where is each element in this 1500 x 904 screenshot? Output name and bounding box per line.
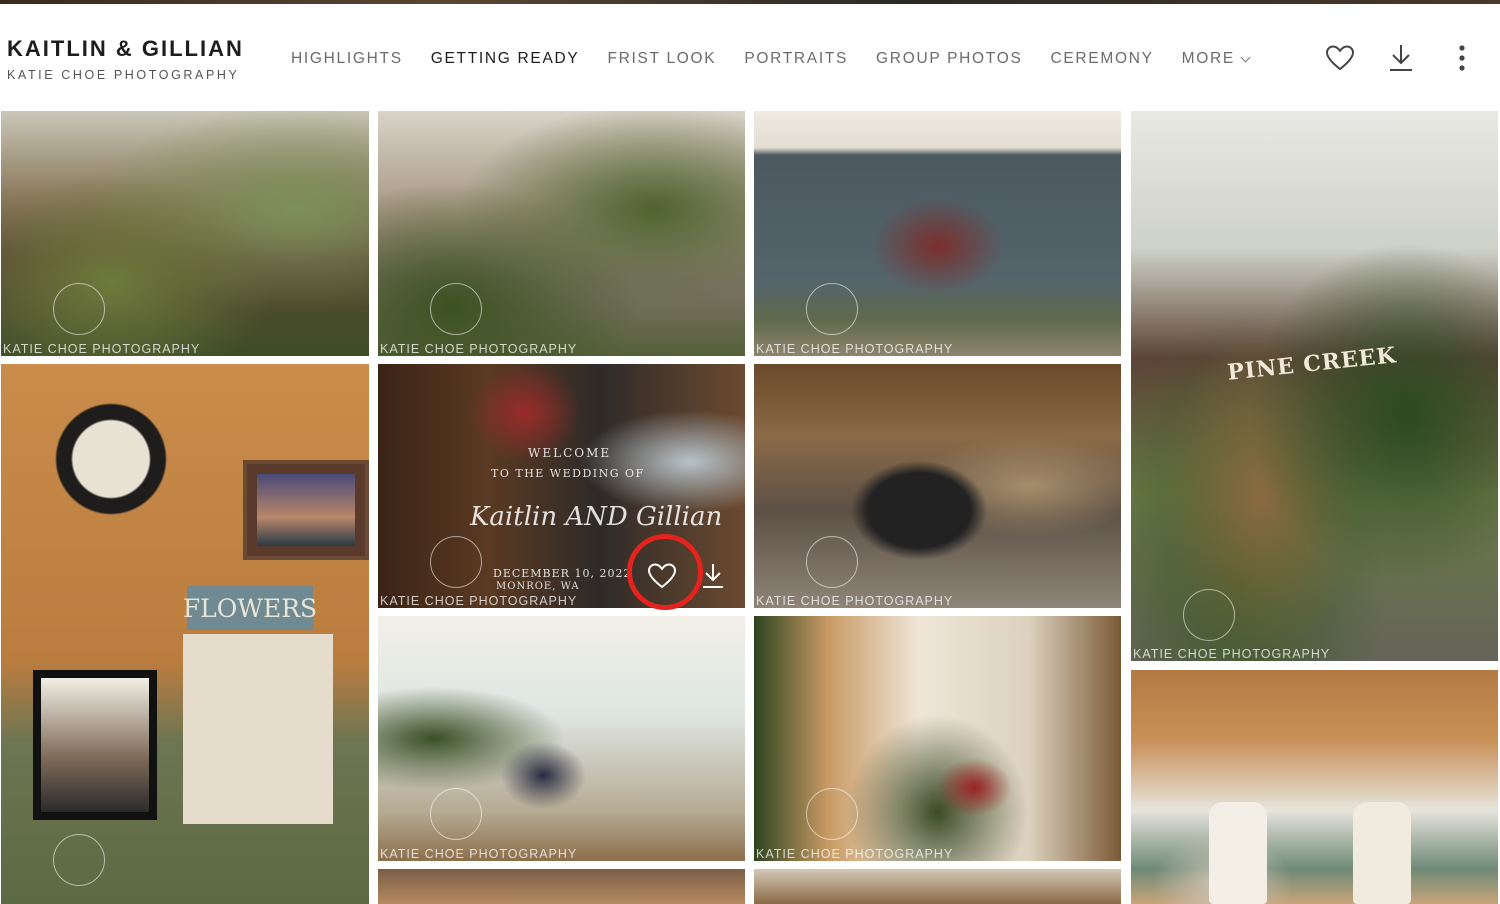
- nav-portraits[interactable]: PORTRAITS: [744, 50, 848, 68]
- photo-wood-stove[interactable]: KATIE CHOE PHOTOGRAPHY: [754, 364, 1121, 608]
- photo-watermark: KATIE CHOE PHOTOGRAPHY: [756, 594, 954, 608]
- wedding-place: MONROE, WA: [496, 581, 580, 592]
- photo-garden-shed[interactable]: KATIE CHOE PHOTOGRAPHY: [1, 111, 369, 356]
- nav-more-label: MORE: [1181, 50, 1235, 67]
- more-vertical-icon: [1459, 45, 1465, 71]
- welcome-line: WELCOME: [528, 446, 612, 460]
- watermark-logo: [430, 788, 482, 840]
- photo-watermark: KATIE CHOE PHOTOGRAPHY: [1133, 647, 1331, 661]
- watermark-logo: [806, 283, 858, 335]
- more-options-button[interactable]: [1444, 40, 1480, 76]
- wedding-date: DECEMBER 10, 2022: [493, 567, 632, 580]
- nav-group-photos[interactable]: GROUP PHOTOS: [876, 50, 1022, 68]
- photo-partial-bottom-2[interactable]: [754, 869, 1121, 904]
- watermark-logo: [53, 283, 105, 335]
- watermark-logo: [1183, 589, 1235, 641]
- photo-window-ornaments[interactable]: KATIE CHOE PHOTOGRAPHY: [754, 616, 1121, 861]
- chevron-down-icon: [1240, 52, 1251, 62]
- nav-ceremony[interactable]: CEREMONY: [1050, 50, 1153, 68]
- couple-names: Kaitlin AND Gillian: [470, 502, 723, 532]
- download-all-button[interactable]: [1383, 40, 1419, 76]
- highlight-ring-annotation: [627, 534, 703, 610]
- framed-photo: [33, 670, 157, 820]
- photo-garden-path[interactable]: KATIE CHOE PHOTOGRAPHY: [378, 111, 745, 356]
- photo-watermark: KATIE CHOE PHOTOGRAPHY: [380, 847, 578, 861]
- gallery-brand[interactable]: KAITLIN & GILLIAN KATIE CHOE PHOTOGRAPHY: [7, 36, 244, 82]
- nav-getting-ready[interactable]: GETTING READY: [431, 50, 580, 68]
- photo-partial-bottom-1[interactable]: [378, 869, 745, 904]
- gallery-header: KAITLIN & GILLIAN KATIE CHOE PHOTOGRAPHY…: [0, 4, 1500, 108]
- photo-watermark: KATIE CHOE PHOTOGRAPHY: [380, 342, 578, 356]
- heart-icon: [1325, 45, 1355, 71]
- watermark-logo: [430, 536, 482, 588]
- pine-creek-sign-text: PINE CREEK: [1226, 342, 1398, 386]
- nav-first-look[interactable]: FRIST LOOK: [607, 50, 716, 68]
- photo-watermark: KATIE CHOE PHOTOGRAPHY: [756, 847, 954, 861]
- photo-watermark: KATIE CHOE PHOTOGRAPHY: [3, 342, 201, 356]
- collection-nav: HIGHLIGHTS GETTING READY FRIST LOOK PORT…: [291, 50, 1277, 68]
- favorites-button[interactable]: [1322, 40, 1358, 76]
- photo-clock-wall[interactable]: FLOWERS: [1, 364, 369, 904]
- nav-more-menu[interactable]: MORE: [1181, 50, 1251, 68]
- download-icon: [1390, 45, 1412, 71]
- dress-left: [1209, 802, 1267, 904]
- watermark-logo: [806, 536, 858, 588]
- watermark-logo: [430, 283, 482, 335]
- photo-nutcracker[interactable]: KATIE CHOE PHOTOGRAPHY: [378, 616, 745, 861]
- photographer-name: KATIE CHOE PHOTOGRAPHY: [7, 68, 240, 82]
- flowers-sign-text: FLOWERS: [183, 586, 317, 630]
- nav-highlights[interactable]: HIGHLIGHTS: [291, 50, 403, 68]
- dress-right: [1353, 802, 1411, 904]
- photo-download-icon[interactable]: [700, 562, 726, 590]
- welcome-subline: TO THE WEDDING OF: [491, 467, 645, 480]
- photo-watermark: KATIE CHOE PHOTOGRAPHY: [380, 594, 578, 608]
- photo-venue-cottage[interactable]: KATIE CHOE PHOTOGRAPHY: [754, 111, 1121, 356]
- watermark-logo: [53, 834, 105, 886]
- gallery-title: KAITLIN & GILLIAN: [7, 36, 244, 61]
- framed-picture: [243, 460, 369, 560]
- cabinet: [183, 634, 333, 824]
- photo-wedding-dresses[interactable]: [1131, 670, 1498, 904]
- photo-watermark: KATIE CHOE PHOTOGRAPHY: [756, 342, 954, 356]
- watermark-logo: [806, 788, 858, 840]
- photo-pine-creek-sign[interactable]: PINE CREEK KATIE CHOE PHOTOGRAPHY: [1131, 111, 1498, 661]
